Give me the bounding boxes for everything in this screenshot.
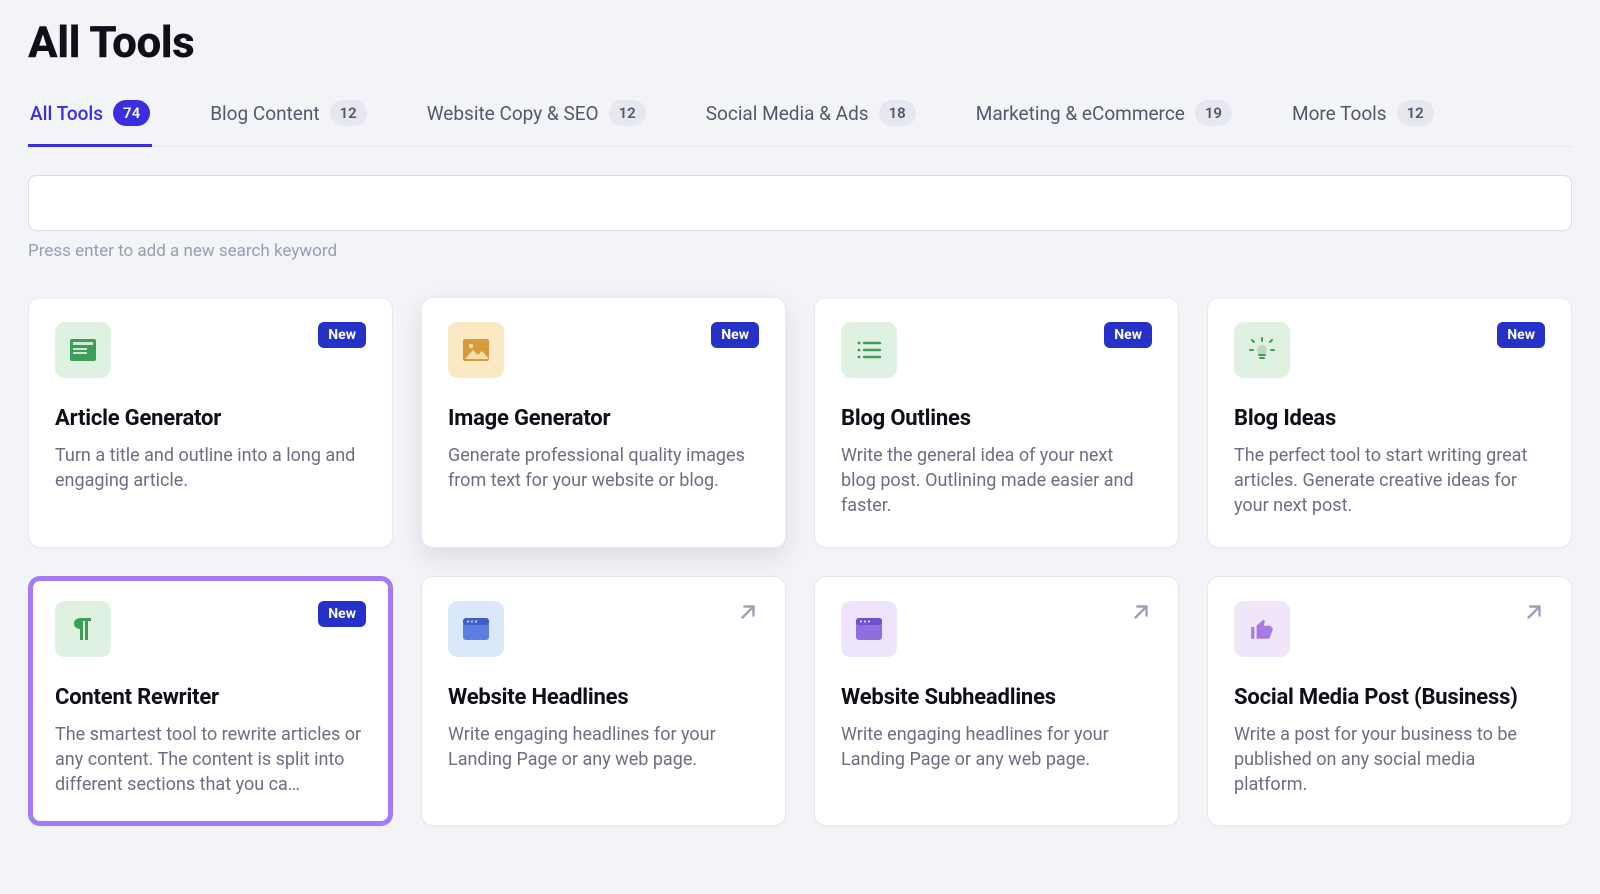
- card-description: Write engaging headlines for your Landin…: [841, 722, 1152, 772]
- idea-icon: [1234, 322, 1290, 378]
- tab-label: All Tools: [30, 102, 103, 125]
- tool-card-article-generator[interactable]: New Article Generator Turn a title and o…: [28, 297, 393, 548]
- new-badge: New: [318, 601, 366, 627]
- card-header: New: [55, 322, 366, 378]
- card-description: Write a post for your business to be pub…: [1234, 722, 1545, 798]
- arrow-up-right-icon: [737, 601, 759, 623]
- tool-card-website-subheadlines[interactable]: Website Subheadlines Write engaging head…: [814, 576, 1179, 827]
- tool-card-website-headlines[interactable]: Website Headlines Write engaging headlin…: [421, 576, 786, 827]
- card-header: New: [841, 322, 1152, 378]
- card-title: Website Headlines: [448, 685, 759, 710]
- card-title: Article Generator: [55, 406, 366, 431]
- card-header: New: [1234, 322, 1545, 378]
- card-header: New: [448, 322, 759, 378]
- card-description: The perfect tool to start writing great …: [1234, 443, 1545, 519]
- tab-count: 19: [1195, 100, 1232, 126]
- tab-label: Marketing & eCommerce: [976, 102, 1185, 125]
- list-icon: [841, 322, 897, 378]
- tab-label: Blog Content: [210, 102, 319, 125]
- article-icon: [55, 322, 111, 378]
- card-description: Turn a title and outline into a long and…: [55, 443, 366, 493]
- card-title: Blog Ideas: [1234, 406, 1545, 431]
- browser-icon: [448, 601, 504, 657]
- tool-card-blog-outlines[interactable]: New Blog Outlines Write the general idea…: [814, 297, 1179, 548]
- tab-label: Website Copy & SEO: [427, 102, 599, 125]
- tab-all-tools[interactable]: All Tools 74: [28, 90, 152, 147]
- page-title: All Tools: [28, 16, 1572, 68]
- tool-card-blog-ideas[interactable]: New Blog Ideas The perfect tool to start…: [1207, 297, 1572, 548]
- tab-blog-content[interactable]: Blog Content 12: [208, 90, 369, 147]
- tool-card-content-rewriter[interactable]: New Content Rewriter The smartest tool t…: [28, 576, 393, 827]
- tab-website-copy-seo[interactable]: Website Copy & SEO 12: [425, 90, 648, 147]
- card-header: New: [55, 601, 366, 657]
- card-header: [1234, 601, 1545, 657]
- tab-marketing-ecommerce[interactable]: Marketing & eCommerce 19: [974, 90, 1234, 147]
- card-title: Content Rewriter: [55, 685, 366, 710]
- new-badge: New: [1497, 322, 1545, 348]
- tab-social-media-ads[interactable]: Social Media & Ads 18: [704, 90, 918, 147]
- thumbs-up-icon: [1234, 601, 1290, 657]
- arrow-up-right-icon: [1523, 601, 1545, 623]
- tab-count: 18: [879, 100, 916, 126]
- browser-icon: [841, 601, 897, 657]
- card-title: Image Generator: [448, 406, 759, 431]
- tab-count: 74: [113, 100, 150, 126]
- tab-count: 12: [330, 100, 367, 126]
- search-input[interactable]: [28, 175, 1572, 231]
- card-description: The smartest tool to rewrite articles or…: [55, 722, 366, 798]
- tab-label: More Tools: [1292, 102, 1387, 125]
- card-title: Social Media Post (Business): [1234, 685, 1545, 710]
- new-badge: New: [318, 322, 366, 348]
- tool-card-image-generator[interactable]: New Image Generator Generate professiona…: [421, 297, 786, 548]
- arrow-up-right-icon: [1130, 601, 1152, 623]
- tab-label: Social Media & Ads: [706, 102, 869, 125]
- tab-count: 12: [609, 100, 646, 126]
- card-description: Generate professional quality images fro…: [448, 443, 759, 493]
- new-badge: New: [1104, 322, 1152, 348]
- tabs: All Tools 74 Blog Content 12 Website Cop…: [28, 90, 1572, 147]
- search-section: Press enter to add a new search keyword: [28, 175, 1572, 261]
- tab-more-tools[interactable]: More Tools 12: [1290, 90, 1436, 147]
- paragraph-icon: [55, 601, 111, 657]
- tools-grid: New Article Generator Turn a title and o…: [28, 297, 1572, 826]
- card-title: Website Subheadlines: [841, 685, 1152, 710]
- card-header: [448, 601, 759, 657]
- card-header: [841, 601, 1152, 657]
- tool-card-social-media-post-business[interactable]: Social Media Post (Business) Write a pos…: [1207, 576, 1572, 827]
- search-hint: Press enter to add a new search keyword: [28, 241, 1572, 261]
- card-title: Blog Outlines: [841, 406, 1152, 431]
- card-description: Write engaging headlines for your Landin…: [448, 722, 759, 772]
- card-description: Write the general idea of your next blog…: [841, 443, 1152, 519]
- tab-count: 12: [1397, 100, 1434, 126]
- image-icon: [448, 322, 504, 378]
- new-badge: New: [711, 322, 759, 348]
